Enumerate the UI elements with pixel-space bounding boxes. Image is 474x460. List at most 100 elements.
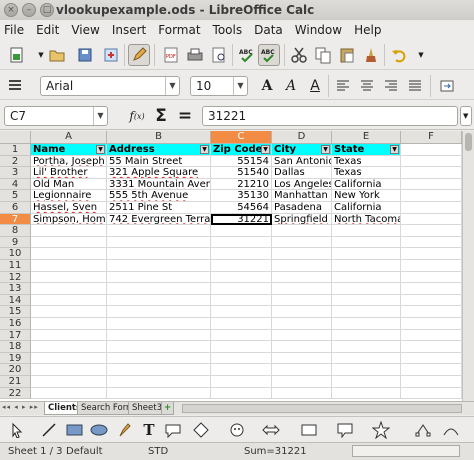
cell-f8[interactable] (401, 225, 462, 237)
cell-c3[interactable]: 51540 (211, 167, 272, 179)
cell-c21[interactable] (211, 376, 272, 388)
chevron-down-icon[interactable]: ▼ (93, 107, 107, 125)
cell-a19[interactable] (31, 352, 107, 365)
row-header-16[interactable]: 16 (0, 318, 31, 330)
cell-a17[interactable] (31, 329, 107, 342)
cell-b18[interactable] (107, 341, 211, 353)
clone-formatting-icon[interactable] (360, 44, 382, 66)
cell-a3[interactable]: Lil' Brother (31, 167, 107, 179)
cell-e16[interactable] (332, 318, 401, 330)
cell-f1[interactable] (401, 144, 462, 156)
horizontal-scrollbar[interactable] (182, 404, 462, 413)
cell-c14[interactable] (211, 294, 272, 307)
copy-icon[interactable] (312, 44, 334, 66)
cell-e15[interactable] (332, 306, 401, 318)
active-cell-c7[interactable]: 31221 (211, 213, 272, 226)
cell-a7[interactable]: Simpson, Homer (31, 213, 107, 226)
cell-f5[interactable] (401, 190, 462, 202)
cell-c8[interactable] (211, 225, 272, 237)
cell-f15[interactable] (401, 306, 462, 318)
row-header-9[interactable]: 9 (0, 236, 31, 249)
row-header-1[interactable]: 1 (0, 144, 31, 156)
cell-e13[interactable] (332, 283, 401, 295)
edit-mode-icon[interactable] (128, 44, 150, 66)
cell-d18[interactable] (272, 341, 332, 353)
cell-b20[interactable] (107, 364, 211, 376)
cell-f20[interactable] (401, 364, 462, 376)
cell-b5[interactable]: 555 5th Avenue (107, 190, 211, 202)
rectangle-tool-icon[interactable] (64, 419, 86, 441)
cell-a13[interactable] (31, 283, 107, 295)
cell-e9[interactable] (332, 236, 401, 249)
cell-b13[interactable] (107, 283, 211, 295)
export-pdf-icon[interactable]: PDF (160, 44, 182, 66)
formula-input[interactable]: 31221 (202, 106, 458, 126)
autofilter-dropdown-icon[interactable]: ▼ (200, 145, 209, 154)
text-tool-icon[interactable]: T (138, 419, 160, 441)
basic-shapes-icon[interactable] (190, 419, 212, 441)
cell-b14[interactable] (107, 294, 211, 307)
row-header-8[interactable]: 8 (0, 225, 31, 237)
function-wizard-icon[interactable]: f (x) (126, 105, 148, 127)
styles-icon[interactable] (4, 75, 26, 97)
fontwork-icon[interactable] (440, 419, 462, 441)
cell-f18[interactable] (401, 341, 462, 353)
cell-a21[interactable] (31, 376, 107, 388)
row-header-6[interactable]: 6 (0, 202, 31, 214)
cell-f13[interactable] (401, 283, 462, 295)
cell-d7[interactable]: Springfield (272, 213, 332, 226)
cell-e18[interactable] (332, 341, 401, 353)
maximize-window-button[interactable]: □ (40, 3, 54, 17)
points-icon[interactable] (412, 419, 434, 441)
cell-d19[interactable] (272, 352, 332, 365)
cell-c4[interactable]: 21210 (211, 178, 272, 191)
cell-f17[interactable] (401, 329, 462, 342)
cell-d1[interactable]: City ▼ (272, 144, 332, 156)
cell-e21[interactable] (332, 376, 401, 388)
cell-c6[interactable]: 54564 (211, 202, 272, 214)
font-size-combo[interactable]: 10 ▼ (190, 76, 248, 96)
symbol-shapes-icon[interactable] (226, 419, 248, 441)
close-window-button[interactable]: × (4, 3, 18, 17)
page-style[interactable]: Default (66, 446, 103, 457)
cell-c2[interactable]: 55154 (211, 155, 272, 168)
cell-e6[interactable]: California (332, 202, 401, 214)
row-header-22[interactable]: 22 (0, 387, 31, 400)
undo-dropdown-icon[interactable]: ▼ (410, 44, 432, 66)
cell-a16[interactable] (31, 318, 107, 330)
cell-b19[interactable] (107, 352, 211, 365)
spelling-icon[interactable]: ABC (236, 44, 258, 66)
cell-d17[interactable] (272, 329, 332, 342)
cell-c1[interactable]: Zip Code ▼ (211, 144, 272, 156)
cell-a1[interactable]: Name ▼ (31, 144, 107, 156)
row-header-10[interactable]: 10 (0, 248, 31, 260)
cell-f2[interactable] (401, 155, 462, 168)
autofilter-dropdown-icon[interactable]: ▼ (390, 145, 399, 154)
row-header-13[interactable]: 13 (0, 283, 31, 295)
row-header-19[interactable]: 19 (0, 352, 31, 365)
autospellcheck-icon[interactable]: ABC (258, 44, 280, 66)
cell-b3[interactable]: 321 Apple Square (107, 167, 211, 179)
cell-d16[interactable] (272, 318, 332, 330)
row-header-14[interactable]: 14 (0, 294, 31, 307)
open-folder-icon[interactable] (46, 44, 68, 66)
cell-d12[interactable] (272, 271, 332, 284)
menu-edit[interactable]: Edit (36, 23, 59, 37)
cell-f3[interactable] (401, 167, 462, 179)
cell-d4[interactable]: Los Angeles (272, 178, 332, 191)
underline-icon[interactable]: A (304, 75, 326, 97)
chevron-down-icon[interactable]: ▼ (233, 77, 247, 95)
cell-a8[interactable] (31, 225, 107, 237)
column-header-d[interactable]: D (272, 131, 332, 144)
cell-c10[interactable] (211, 248, 272, 260)
cell-e12[interactable] (332, 271, 401, 284)
cell-f19[interactable] (401, 352, 462, 365)
cell-c15[interactable] (211, 306, 272, 318)
flowcharts-icon[interactable] (298, 419, 320, 441)
paste-icon[interactable] (336, 44, 358, 66)
cell-d21[interactable] (272, 376, 332, 388)
cell-f4[interactable] (401, 178, 462, 191)
expand-formula-button[interactable]: ▼ (460, 106, 472, 126)
tab-navigation-arrows[interactable]: ◂◂ ◂ ▸ ▸▸ (2, 403, 39, 411)
cell-d6[interactable]: Pasadena (272, 202, 332, 214)
